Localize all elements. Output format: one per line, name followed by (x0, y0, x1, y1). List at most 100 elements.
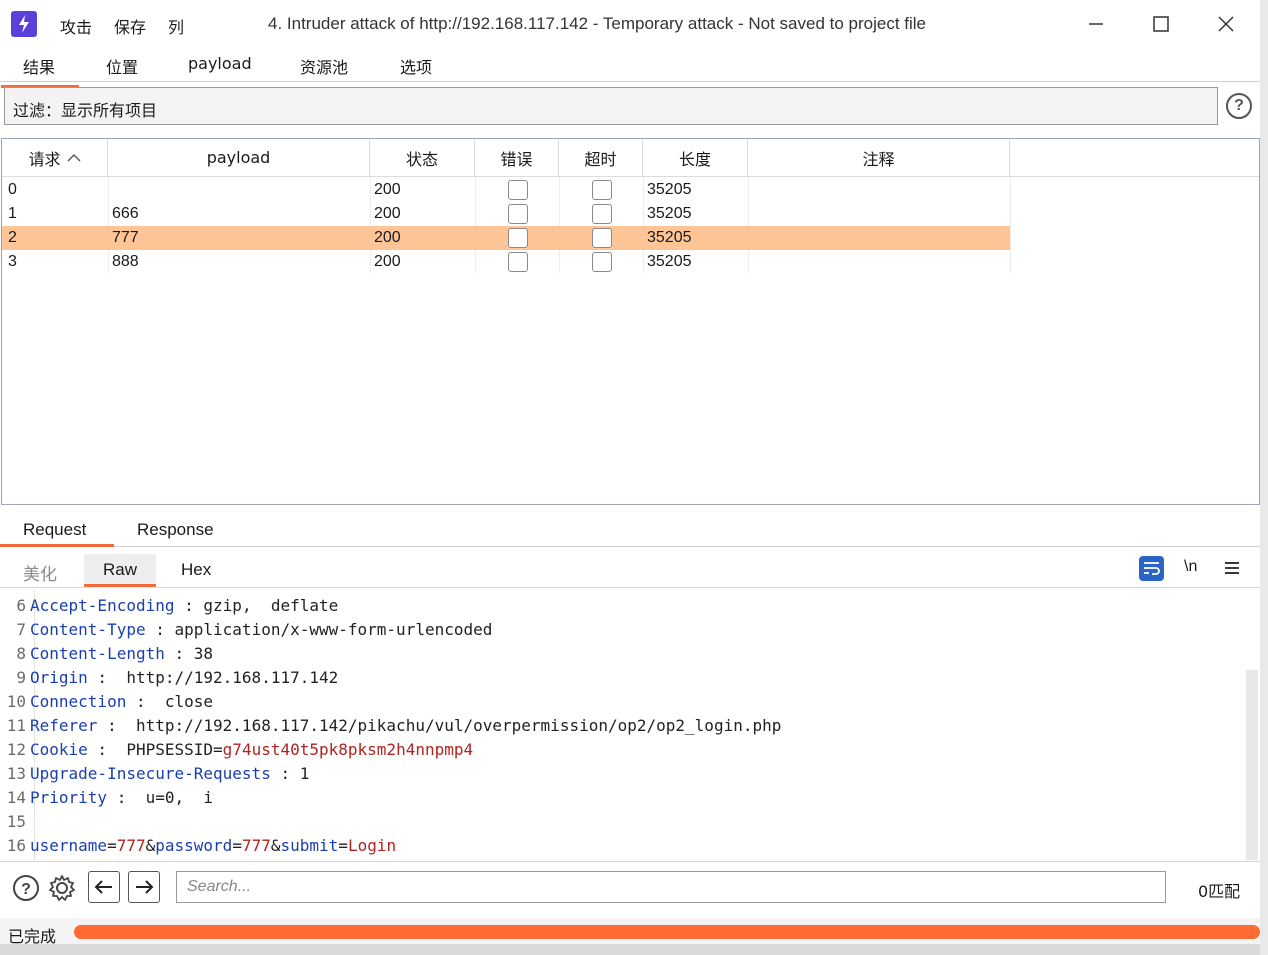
header-value: application/x-www-form-urlencoded (174, 620, 493, 639)
request-editor[interactable]: 6 Accept-Encoding : gzip, deflate 7 Content… (0, 590, 1260, 862)
cell-status: 200 (374, 205, 401, 222)
timeout-checkbox[interactable] (592, 204, 612, 224)
minimize-button[interactable] (1076, 8, 1116, 40)
background-window-strip (0, 944, 1268, 955)
error-checkbox[interactable] (508, 204, 528, 224)
active-view-indicator (84, 584, 156, 587)
help-button[interactable]: ? (10, 872, 42, 904)
error-checkbox[interactable] (508, 228, 528, 248)
column-header-request[interactable]: 请求 (2, 139, 108, 176)
tab-hex[interactable]: Hex (181, 560, 211, 580)
menu-attack[interactable]: 攻击 (60, 14, 92, 38)
header-name: Accept-Encoding (30, 596, 175, 615)
timeout-checkbox[interactable] (592, 252, 612, 272)
line-number: 11 (6, 716, 26, 735)
header-value: http://192.168.117.142/pikachu/vul/overp… (135, 716, 782, 735)
line-number: 9 (16, 668, 26, 687)
tab-resource-pool[interactable]: 资源池 (300, 54, 348, 78)
menu-columns[interactable]: 列 (168, 14, 184, 38)
column-header-comment[interactable]: 注释 (748, 139, 1010, 176)
editor-scrollbar[interactable] (1246, 670, 1258, 860)
tab-options[interactable]: 选项 (400, 54, 432, 78)
tab-payloads[interactable]: payload (188, 54, 252, 73)
show-newlines-toggle[interactable]: \n (1184, 558, 1197, 576)
header-value: 1 (299, 764, 310, 783)
svg-text:?: ? (21, 881, 31, 898)
cell-payload: 777 (112, 229, 139, 246)
cell-length: 35205 (647, 253, 692, 270)
timeout-checkbox[interactable] (592, 180, 612, 200)
column-header-timeout[interactable]: 超时 (559, 139, 643, 176)
column-header-length[interactable]: 长度 (643, 139, 748, 176)
tab-positions[interactable]: 位置 (106, 54, 138, 78)
sort-ascending-icon (67, 153, 80, 161)
editor-line: 12 Cookie : PHPSESSID=g74ust40t5pk8pksm2h… (0, 738, 473, 762)
error-checkbox[interactable] (508, 180, 528, 200)
settings-button[interactable] (46, 872, 78, 904)
cell-payload: 666 (112, 205, 139, 222)
table-row[interactable]: 0 200 35205 (2, 178, 1010, 202)
message-tab-bar: Request Response (0, 510, 1260, 547)
cell-request: 1 (8, 205, 17, 222)
cell-status: 200 (374, 229, 401, 246)
header-separator: : (107, 788, 146, 807)
tab-request[interactable]: Request (23, 520, 86, 540)
header-value: http://192.168.117.142 (126, 668, 339, 687)
wrap-lines-toggle[interactable] (1139, 556, 1164, 581)
cookie-equals: = (213, 740, 223, 759)
header-name: Priority (30, 788, 108, 807)
maximize-button[interactable] (1141, 8, 1181, 40)
line-number: 8 (16, 644, 26, 663)
header-separator: : (97, 716, 136, 735)
line-number: 16 (6, 836, 26, 855)
next-match-button[interactable] (128, 871, 160, 903)
table-row-selected[interactable]: 2 777 200 35205 (2, 226, 1010, 250)
help-icon[interactable]: ? (1226, 93, 1252, 119)
header-name: Origin (30, 668, 88, 687)
header-value: PHPSESSID (126, 740, 214, 759)
header-name: Referer (30, 716, 98, 735)
cookie-value: g74ust40t5pk8pksm2h4nnpmp4 (222, 740, 474, 759)
column-header-error[interactable]: 错误 (475, 139, 559, 176)
wrap-icon (1144, 562, 1160, 575)
header-separator: : (87, 740, 127, 759)
editor-line: 14 Priority : u=0, i (0, 786, 213, 810)
error-checkbox[interactable] (508, 252, 528, 272)
hamburger-menu-icon (1225, 562, 1239, 574)
table-row[interactable]: 1 666 200 35205 (2, 202, 1010, 226)
filter-bar[interactable]: 过滤：显示所有项目 (4, 87, 1218, 125)
param-key: submit (280, 836, 339, 855)
table-row[interactable]: 3 888 200 35205 (2, 250, 1010, 274)
header-value: close (164, 692, 214, 711)
header-separator: : (126, 692, 165, 711)
tab-raw[interactable]: Raw (103, 560, 137, 580)
column-header-payload[interactable]: payload (108, 139, 370, 176)
column-header-status[interactable]: 状态 (370, 139, 475, 176)
header-value: 38 (193, 644, 214, 663)
tab-pretty[interactable]: 美化 (23, 560, 57, 585)
tab-results[interactable]: 结果 (0, 54, 80, 88)
results-table: 请求 payload 状态 错误 超时 长度 注释 0 200 35205 1 … (1, 138, 1260, 505)
line-number: 6 (16, 596, 26, 615)
editor-line: 8 Content-Length : 38 (0, 642, 213, 666)
view-menu-button[interactable] (1224, 560, 1240, 579)
tab-response[interactable]: Response (137, 520, 214, 540)
arrow-left-icon (94, 880, 112, 894)
header-name: Upgrade-Insecure-Requests (30, 764, 271, 783)
cell-payload: 888 (112, 253, 139, 270)
menu-save[interactable]: 保存 (114, 14, 146, 38)
main-tab-bar: 结果 位置 payload 资源池 选项 (0, 48, 1260, 88)
header-separator: : (270, 764, 300, 783)
search-input[interactable] (176, 871, 1166, 903)
menu-bar: 攻击 保存 列 (60, 14, 184, 38)
window-title: 4. Intruder attack of http://192.168.117… (268, 14, 927, 33)
header-name: Connection (30, 692, 127, 711)
param-value: 777 (241, 836, 271, 855)
timeout-checkbox[interactable] (592, 228, 612, 248)
window-edge (1260, 0, 1268, 955)
header-value: gzip, deflate (203, 596, 339, 615)
close-button[interactable] (1206, 8, 1246, 40)
line-number: 12 (6, 740, 26, 759)
line-number: 13 (6, 764, 26, 783)
previous-match-button[interactable] (88, 871, 120, 903)
